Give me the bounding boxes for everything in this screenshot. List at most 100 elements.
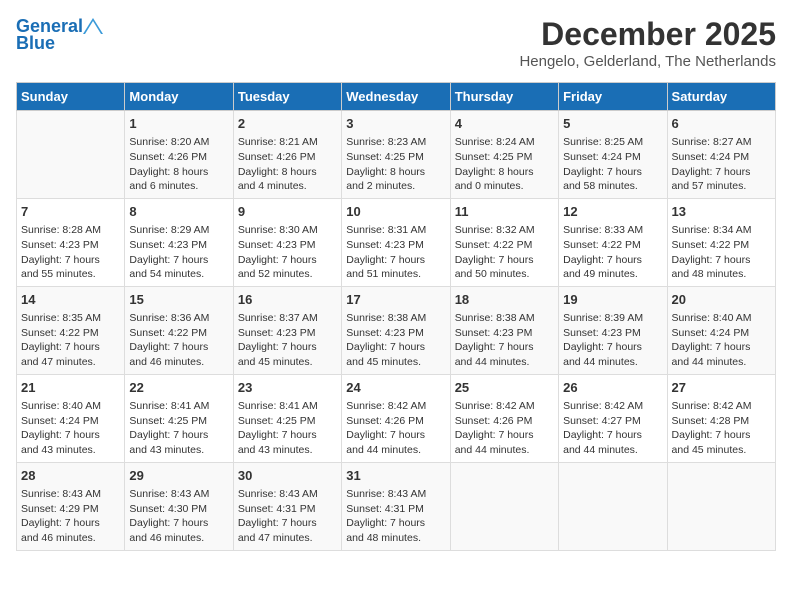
day-number: 21: [21, 379, 120, 397]
calendar-day-30: 30Sunrise: 8:43 AMSunset: 4:31 PMDayligh…: [233, 462, 341, 550]
day-info-line: and 45 minutes.: [672, 443, 771, 458]
day-info-line: Sunset: 4:23 PM: [21, 238, 120, 253]
calendar-day-29: 29 Sunrise: 8:43 AMSunset: 4:30 PMDayligh…: [125, 462, 233, 550]
day-number: 27: [672, 379, 771, 397]
weekday-header-row: SundayMondayTuesdayWednesdayThursdayFrid…: [17, 83, 776, 111]
day-number: 20: [672, 291, 771, 309]
day-info-line: Sunrise: 8:25 AM: [563, 135, 662, 150]
day-info-line: Daylight: 7 hours: [563, 428, 662, 443]
day-info-line: and 44 minutes.: [563, 355, 662, 370]
calendar-day-27: 27Sunrise: 8:42 AMSunset: 4:28 PMDayligh…: [667, 374, 775, 462]
calendar-day-19: 19Sunrise: 8:39 AMSunset: 4:23 PMDayligh…: [559, 286, 667, 374]
day-number: 15: [129, 291, 228, 309]
day-info-line: Daylight: 7 hours: [563, 340, 662, 355]
day-info-line: Sunrise: 8:40 AM: [21, 399, 120, 414]
day-number: 22: [129, 379, 228, 397]
calendar-day-3: 3Sunrise: 8:23 AMSunset: 4:25 PMDaylight…: [342, 111, 450, 199]
day-info-line: and 44 minutes.: [672, 355, 771, 370]
calendar-day-25: 25Sunrise: 8:42 AMSunset: 4:26 PMDayligh…: [450, 374, 558, 462]
day-info-line: Daylight: 7 hours: [455, 253, 554, 268]
day-info-line: Sunrise: 8:41 AM: [129, 399, 228, 414]
day-info-line: Sunset: 4:24 PM: [21, 414, 120, 429]
day-info-line: Sunrise: 8:28 AM: [21, 223, 120, 238]
day-info-line: Sunrise: 8:20 AM: [129, 135, 228, 150]
day-info-line: Daylight: 7 hours: [563, 165, 662, 180]
day-info-line: Sunrise: 8:27 AM: [672, 135, 771, 150]
day-info-line: Daylight: 7 hours: [21, 516, 120, 531]
calendar-day-21: 21Sunrise: 8:40 AMSunset: 4:24 PMDayligh…: [17, 374, 125, 462]
day-info-line: Sunset: 4:31 PM: [346, 502, 445, 517]
day-info-line: Daylight: 7 hours: [238, 516, 337, 531]
logo-icon: [83, 16, 105, 38]
calendar-day-23: 23Sunrise: 8:41 AMSunset: 4:25 PMDayligh…: [233, 374, 341, 462]
day-info-line: Sunset: 4:22 PM: [21, 326, 120, 341]
calendar-week-row: 28Sunrise: 8:43 AMSunset: 4:29 PMDayligh…: [17, 462, 776, 550]
day-info-line: Daylight: 8 hours: [129, 165, 228, 180]
day-info-line: Sunset: 4:22 PM: [455, 238, 554, 253]
day-info-line: Sunset: 4:26 PM: [238, 150, 337, 165]
day-info-line: Daylight: 8 hours: [238, 165, 337, 180]
day-info-line: Sunset: 4:26 PM: [455, 414, 554, 429]
day-number: 31: [346, 467, 445, 485]
day-number: 29: [129, 467, 228, 485]
day-number: 30: [238, 467, 337, 485]
calendar-week-row: 14Sunrise: 8:35 AMSunset: 4:22 PMDayligh…: [17, 286, 776, 374]
day-info-line: and 2 minutes.: [346, 179, 445, 194]
day-info-line: and 46 minutes.: [21, 531, 120, 546]
day-info-line: Sunrise: 8:37 AM: [238, 311, 337, 326]
day-info-line: Daylight: 7 hours: [346, 253, 445, 268]
day-info-line: Sunrise: 8:35 AM: [21, 311, 120, 326]
location-subtitle: Hengelo, Gelderland, The Netherlands: [519, 53, 776, 70]
calendar-day-22: 22Sunrise: 8:41 AMSunset: 4:25 PMDayligh…: [125, 374, 233, 462]
day-info-line: Sunrise: 8:39 AM: [563, 311, 662, 326]
day-info-line: Sunset: 4:23 PM: [346, 238, 445, 253]
day-info-line: Sunset: 4:30 PM: [129, 502, 228, 517]
day-number: 16: [238, 291, 337, 309]
page-header: General Blue December 2025 Hengelo, Geld…: [16, 16, 776, 70]
day-info-line: Sunset: 4:24 PM: [563, 150, 662, 165]
calendar-day-11: 11Sunrise: 8:32 AMSunset: 4:22 PMDayligh…: [450, 198, 558, 286]
day-info-line: and 4 minutes.: [238, 179, 337, 194]
day-info-line: and 43 minutes.: [129, 443, 228, 458]
day-info-line: Sunrise: 8:43 AM: [129, 487, 228, 502]
day-info-line: Sunset: 4:28 PM: [672, 414, 771, 429]
calendar-day-6: 6Sunrise: 8:27 AMSunset: 4:24 PMDaylight…: [667, 111, 775, 199]
day-info-line: Daylight: 7 hours: [129, 516, 228, 531]
calendar-day-31: 31Sunrise: 8:43 AMSunset: 4:31 PMDayligh…: [342, 462, 450, 550]
day-info-line: Sunrise: 8:40 AM: [672, 311, 771, 326]
calendar-day-24: 24Sunrise: 8:42 AMSunset: 4:26 PMDayligh…: [342, 374, 450, 462]
calendar-day-15: 15Sunrise: 8:36 AMSunset: 4:22 PMDayligh…: [125, 286, 233, 374]
day-number: 2: [238, 115, 337, 133]
day-info-line: Daylight: 7 hours: [238, 340, 337, 355]
day-info-line: Daylight: 7 hours: [455, 428, 554, 443]
day-info-line: Daylight: 7 hours: [238, 253, 337, 268]
weekday-header-thursday: Thursday: [450, 83, 558, 111]
day-info-line: Sunrise: 8:23 AM: [346, 135, 445, 150]
day-info-line: Sunset: 4:26 PM: [346, 414, 445, 429]
day-info-line: Sunset: 4:26 PM: [129, 150, 228, 165]
day-info-line: and 43 minutes.: [238, 443, 337, 458]
day-info-line: Sunset: 4:23 PM: [238, 326, 337, 341]
calendar-day-17: 17Sunrise: 8:38 AMSunset: 4:23 PMDayligh…: [342, 286, 450, 374]
day-info-line: Sunset: 4:22 PM: [563, 238, 662, 253]
day-info-line: and 57 minutes.: [672, 179, 771, 194]
day-info-line: Daylight: 7 hours: [563, 253, 662, 268]
day-info-line: Sunset: 4:25 PM: [238, 414, 337, 429]
day-number: 13: [672, 203, 771, 221]
day-number: 1: [129, 115, 228, 133]
day-info-line: Sunrise: 8:34 AM: [672, 223, 771, 238]
day-number: 12: [563, 203, 662, 221]
day-info-line: and 45 minutes.: [238, 355, 337, 370]
day-info-line: and 55 minutes.: [21, 267, 120, 282]
day-info-line: Sunset: 4:23 PM: [129, 238, 228, 253]
day-info-line: Daylight: 7 hours: [672, 428, 771, 443]
day-info-line: and 52 minutes.: [238, 267, 337, 282]
day-info-line: Sunset: 4:25 PM: [346, 150, 445, 165]
day-info-line: Sunset: 4:23 PM: [563, 326, 662, 341]
day-number: 3: [346, 115, 445, 133]
day-info-line: Sunrise: 8:32 AM: [455, 223, 554, 238]
day-info-line: Daylight: 7 hours: [129, 253, 228, 268]
day-info-line: and 54 minutes.: [129, 267, 228, 282]
day-info-line: Sunrise: 8:24 AM: [455, 135, 554, 150]
day-info-line: Daylight: 7 hours: [238, 428, 337, 443]
